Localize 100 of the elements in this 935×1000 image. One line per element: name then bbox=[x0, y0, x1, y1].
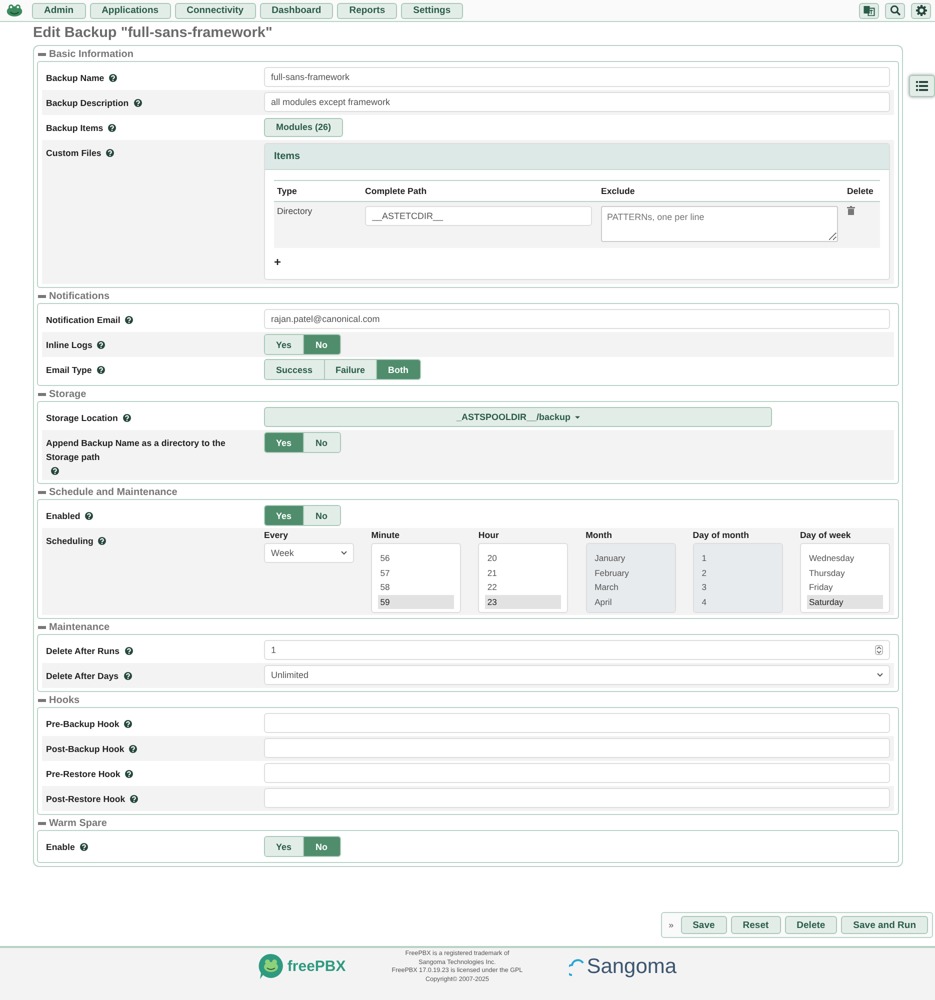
help-icon[interactable] bbox=[124, 672, 132, 680]
frog-logo-icon[interactable] bbox=[6, 3, 23, 18]
help-icon[interactable] bbox=[122, 414, 131, 422]
section-title: Hooks bbox=[49, 694, 80, 706]
help-icon[interactable] bbox=[98, 537, 106, 545]
help-icon[interactable] bbox=[124, 647, 132, 655]
help-icon[interactable] bbox=[134, 99, 142, 107]
toggle-option[interactable]: Failure bbox=[324, 360, 378, 379]
nav-menu-button[interactable]: Settings bbox=[401, 2, 463, 18]
field-label: Delete After Days bbox=[46, 670, 119, 683]
section-title: Basic Information bbox=[49, 48, 134, 60]
help-icon[interactable] bbox=[125, 770, 134, 778]
settings-icon[interactable] bbox=[911, 2, 931, 18]
field-label: Backup Description bbox=[46, 97, 129, 110]
field-label: Custom Files bbox=[46, 147, 102, 160]
text-field[interactable]: full-sans-framework bbox=[264, 67, 890, 87]
help-icon[interactable] bbox=[85, 512, 94, 520]
toggle-option[interactable]: No bbox=[304, 837, 340, 856]
text-field[interactable] bbox=[264, 788, 890, 808]
add-button[interactable]: + bbox=[274, 255, 282, 269]
nav-menu-button[interactable]: Connectivity bbox=[174, 2, 256, 18]
nav-menu-button[interactable]: Applications bbox=[90, 2, 171, 18]
brand-name: Sangoma bbox=[586, 955, 677, 979]
section-title: Maintenance bbox=[49, 622, 110, 632]
toggle-option[interactable]: Yes bbox=[265, 433, 304, 452]
collapse-icon[interactable] bbox=[38, 392, 46, 396]
days-select[interactable]: Unlimited bbox=[264, 665, 890, 685]
collapse-icon[interactable] bbox=[38, 698, 46, 702]
modules-button[interactable]: Modules (26) bbox=[264, 118, 344, 136]
help-icon[interactable] bbox=[97, 341, 106, 349]
help-icon[interactable] bbox=[96, 366, 105, 374]
toggle-option[interactable]: No bbox=[304, 335, 340, 354]
path-field[interactable]: __ASTETCDIR__ bbox=[365, 206, 592, 226]
expand-toggle[interactable]: » bbox=[666, 920, 677, 930]
collapse-icon[interactable] bbox=[38, 626, 46, 628]
list-option[interactable]: Thursday bbox=[806, 566, 883, 580]
list-option[interactable]: Friday bbox=[806, 580, 883, 594]
nav-menu-button[interactable]: Admin bbox=[32, 2, 86, 18]
list-option[interactable]: Wednesday bbox=[806, 551, 883, 566]
text-field[interactable] bbox=[264, 763, 890, 783]
text-field[interactable]: all modules except framework bbox=[264, 92, 890, 112]
field-label: Notification Email bbox=[46, 314, 120, 327]
text-field[interactable] bbox=[264, 713, 890, 733]
collapse-icon[interactable] bbox=[38, 294, 46, 298]
toggle-option[interactable]: Yes bbox=[265, 837, 304, 856]
spinner-icon bbox=[875, 645, 883, 655]
action-button[interactable]: Reset bbox=[730, 916, 781, 934]
toggle-option[interactable]: No bbox=[304, 506, 340, 525]
help-icon[interactable] bbox=[129, 745, 138, 753]
list-box[interactable]: Wednesday Thursday Friday Saturday bbox=[800, 543, 890, 613]
collapse-icon[interactable] bbox=[38, 52, 46, 56]
collapse-icon[interactable] bbox=[38, 822, 46, 824]
storage-location-dropdown[interactable]: _ASTSPOOLDIR__/backup bbox=[264, 407, 772, 427]
trash-icon[interactable] bbox=[847, 206, 855, 215]
list-box[interactable]: 56 57 58 59 bbox=[371, 543, 462, 613]
toggle-option[interactable]: Both bbox=[377, 360, 420, 379]
action-button[interactable]: Save bbox=[680, 916, 727, 934]
nav-menu-button[interactable]: Reports bbox=[337, 2, 398, 18]
list-option[interactable]: 58 bbox=[378, 580, 454, 594]
help-icon[interactable] bbox=[109, 74, 118, 82]
translate-icon[interactable] bbox=[859, 2, 879, 18]
list-option[interactable]: 59 bbox=[378, 594, 454, 609]
collapse-icon[interactable] bbox=[38, 490, 46, 494]
action-button[interactable]: Delete bbox=[784, 916, 838, 934]
toggle-option[interactable]: Yes bbox=[265, 506, 304, 525]
list-option[interactable]: 21 bbox=[485, 566, 562, 580]
list-box[interactable]: 20 21 22 23 bbox=[478, 543, 568, 613]
list-toggle-icon[interactable] bbox=[909, 75, 935, 97]
help-icon[interactable] bbox=[80, 843, 88, 851]
help-icon[interactable] bbox=[108, 124, 116, 132]
help-icon[interactable] bbox=[106, 149, 114, 157]
nav-menu-button[interactable]: Dashboard bbox=[260, 2, 334, 18]
page-title: Edit Backup "full-sans-framework" bbox=[33, 25, 274, 41]
every-select[interactable]: Week bbox=[264, 543, 354, 563]
field-label: Pre-Backup Hook bbox=[46, 718, 120, 731]
list-option[interactable]: 22 bbox=[485, 580, 562, 594]
toggle-option[interactable]: Yes bbox=[265, 335, 304, 354]
help-icon[interactable] bbox=[51, 467, 59, 475]
help-icon[interactable] bbox=[130, 795, 138, 803]
exclude-field[interactable]: PATTERNs, one per line bbox=[601, 206, 838, 242]
number-field[interactable]: 1 bbox=[264, 640, 890, 660]
list-option[interactable]: 57 bbox=[378, 566, 454, 580]
column-header: Complete Path bbox=[362, 180, 598, 202]
list-option[interactable]: Saturday bbox=[806, 594, 883, 609]
action-button[interactable]: Save and Run bbox=[841, 916, 928, 934]
chevron-down-icon bbox=[877, 673, 883, 677]
list-option[interactable]: 56 bbox=[378, 551, 454, 566]
text-field[interactable] bbox=[264, 738, 890, 758]
toggle-option[interactable]: No bbox=[304, 433, 340, 452]
column-header: Exclude bbox=[598, 180, 844, 202]
column-label: Day of month bbox=[692, 529, 750, 542]
list-option[interactable]: 20 bbox=[485, 551, 562, 566]
help-icon[interactable] bbox=[125, 316, 134, 324]
column-label: Hour bbox=[478, 529, 500, 542]
toggle-option[interactable]: Success bbox=[265, 360, 325, 379]
help-icon[interactable] bbox=[124, 720, 132, 728]
field-label: Append Backup Name as a directory to the Storage path bbox=[46, 437, 226, 464]
search-icon[interactable] bbox=[885, 2, 905, 18]
text-field[interactable]: rajan.patel@canonical.com bbox=[264, 309, 890, 329]
list-option[interactable]: 23 bbox=[485, 594, 562, 609]
